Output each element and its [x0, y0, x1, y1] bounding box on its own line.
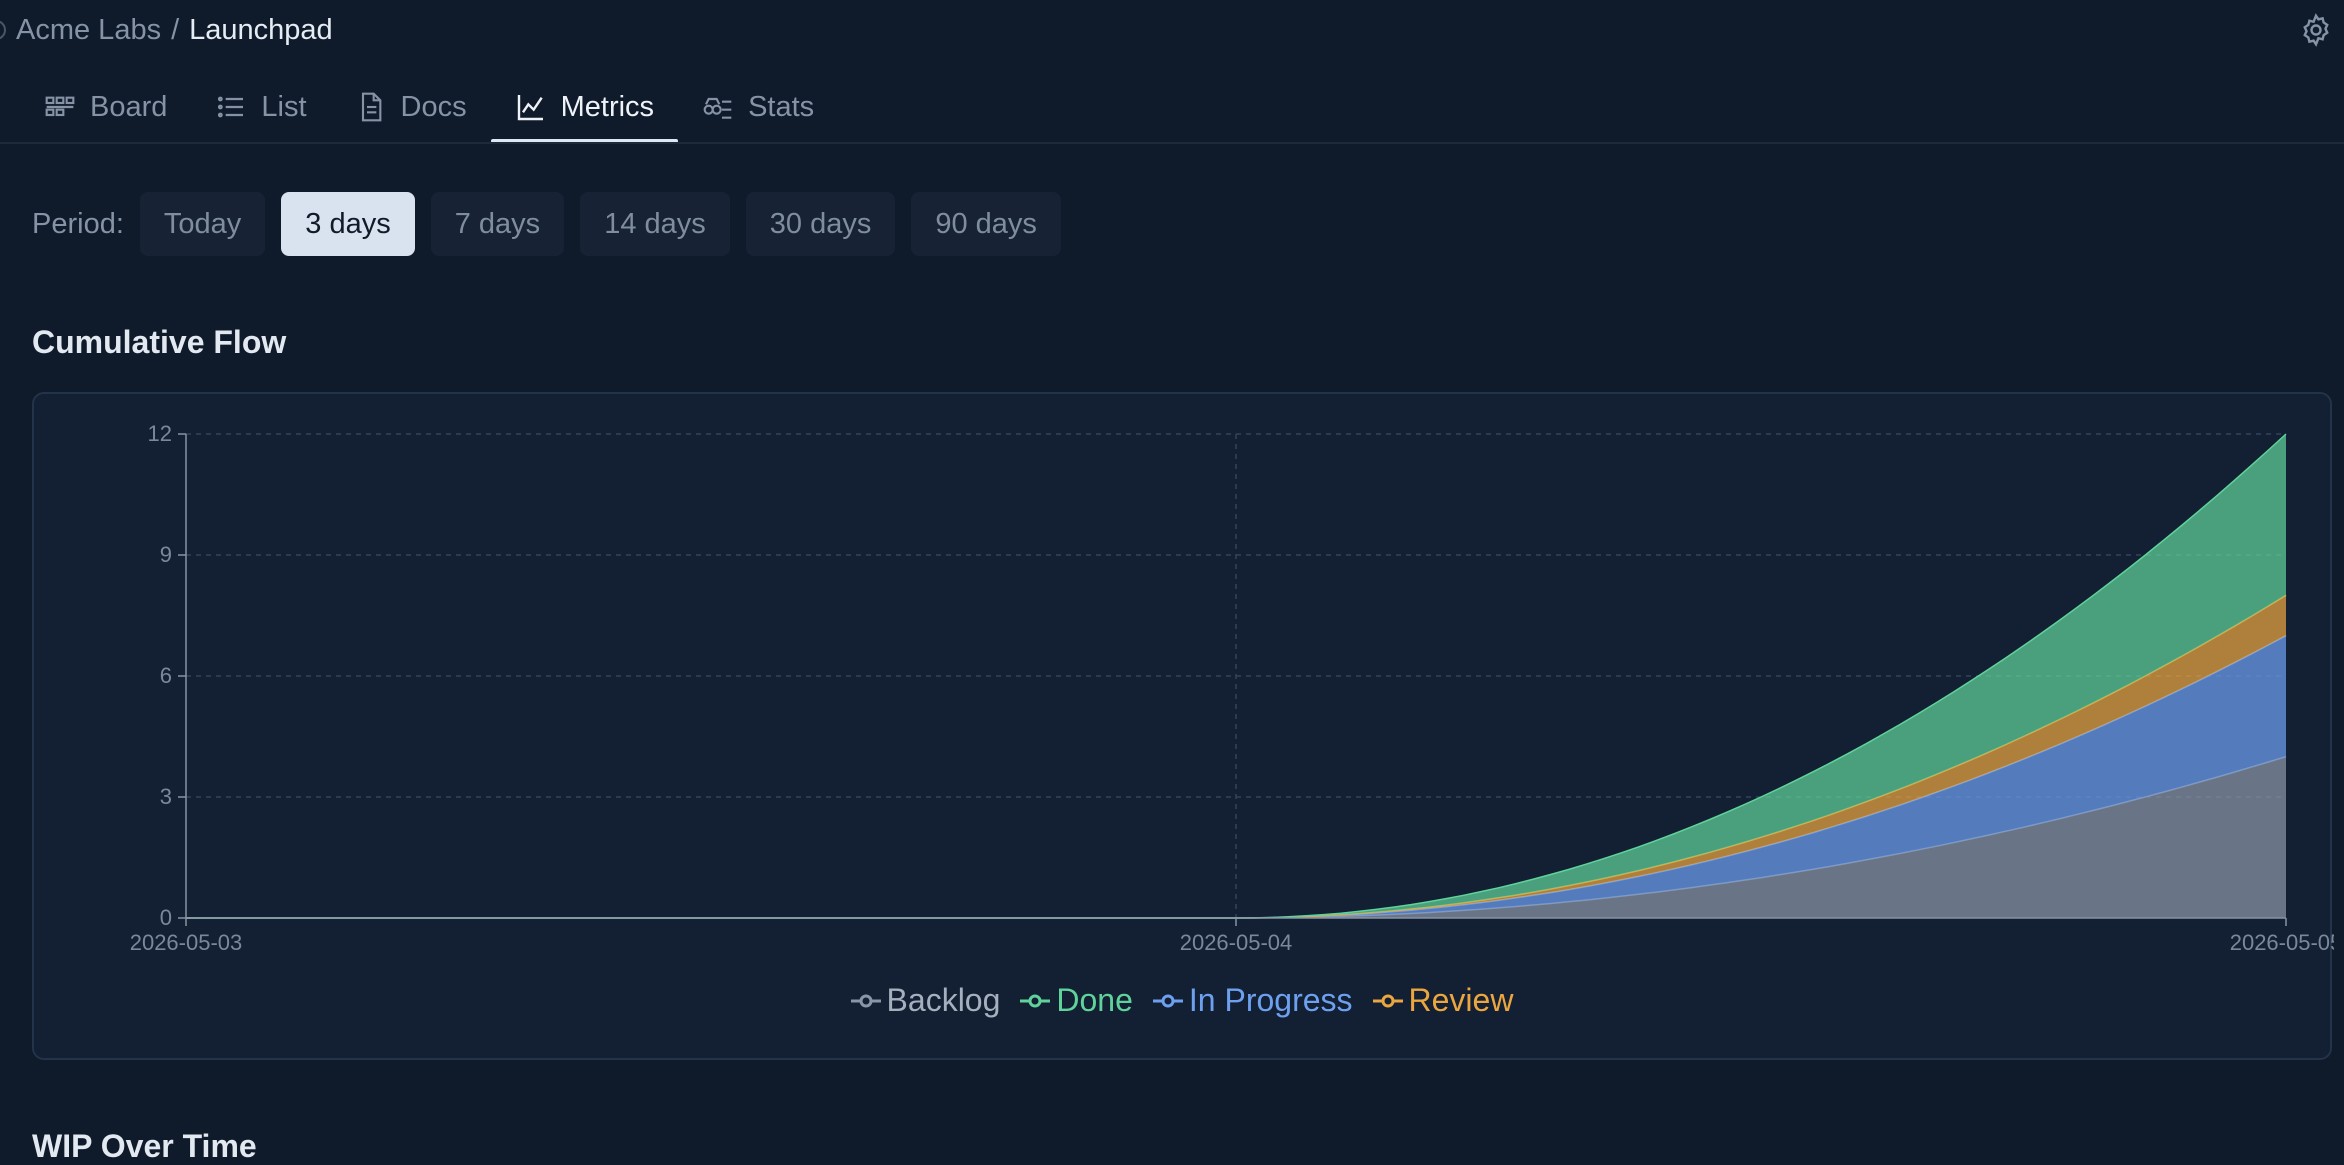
legend-item-review[interactable]: Review	[1372, 982, 1514, 1019]
y-tick-label: 12	[148, 421, 172, 446]
period-14-days-button[interactable]: 14 days	[580, 192, 730, 256]
y-tick-label: 9	[160, 542, 172, 567]
y-tick-label: 0	[160, 905, 172, 930]
legend-marker-icon	[850, 994, 881, 1007]
board-icon	[45, 96, 75, 117]
legend-item-done[interactable]: Done	[1020, 982, 1133, 1019]
legend-marker-icon	[1152, 994, 1183, 1007]
legend-label: In Progress	[1188, 982, 1353, 1018]
tab-label: Metrics	[560, 90, 655, 123]
tab-docs[interactable]: Docs	[331, 72, 491, 142]
wip-over-time-title: WIP Over Time	[32, 1128, 257, 1164]
chart-line-icon	[517, 95, 543, 121]
tab-label: Docs	[400, 90, 467, 123]
period-90-days-button[interactable]: 90 days	[911, 192, 1061, 256]
chart-legend: Backlog Done In Progress Review	[34, 982, 2330, 1019]
legend-marker-icon	[1372, 994, 1403, 1007]
breadcrumb-separator: /	[171, 14, 180, 46]
sidebar-toggle-handle[interactable]	[0, 20, 6, 40]
view-tabs: Board List Docs Metrics Stats	[20, 72, 838, 143]
tab-stats[interactable]: Stats	[678, 72, 838, 142]
y-tick-label: 3	[160, 784, 172, 809]
period-selector: Period: Today 3 days 7 days 14 days 30 d…	[32, 192, 1077, 256]
tab-board[interactable]: Board	[20, 72, 191, 142]
list-icon	[218, 96, 244, 118]
x-tick-label: 2026-05-03	[130, 930, 243, 955]
breadcrumb-org[interactable]: Acme Labs	[16, 14, 161, 46]
breadcrumb: Acme Labs / Launchpad	[16, 12, 333, 48]
period-3-days-button[interactable]: 3 days	[281, 192, 415, 256]
cumulative-flow-chart: 0 3 6 9 12 2026-05-03 2026-05-04 2026-05-05	[130, 421, 2334, 955]
breadcrumb-project: Launchpad	[189, 14, 333, 46]
top-bar: Acme Labs / Launchpad	[0, 0, 2344, 60]
cumulative-flow-title: Cumulative Flow	[32, 324, 287, 360]
legend-label: Done	[1056, 982, 1133, 1018]
period-30-days-button[interactable]: 30 days	[745, 192, 896, 256]
tab-label: Board	[90, 90, 168, 123]
cumulative-flow-panel: 0 3 6 9 12 2026-05-03 2026-05-04 2026-05-05 Bac…	[32, 392, 2334, 1060]
period-7-days-button[interactable]: 7 days	[430, 192, 565, 256]
tab-metrics[interactable]: Metrics	[490, 72, 679, 143]
legend-item-in-progress[interactable]: In Progress	[1152, 982, 1353, 1019]
tab-list[interactable]: List	[191, 72, 330, 142]
legend-label: Backlog	[886, 982, 1001, 1018]
gear-icon[interactable]	[2298, 12, 2334, 48]
x-tick-label: 2026-05-04	[1180, 930, 1293, 955]
legend-marker-icon	[1020, 994, 1051, 1007]
doc-icon	[361, 92, 381, 122]
tab-label: Stats	[748, 90, 815, 123]
legend-item-backlog[interactable]: Backlog	[850, 982, 1001, 1019]
period-label: Period:	[32, 207, 124, 240]
y-tick-label: 6	[160, 663, 172, 688]
legend-label: Review	[1408, 982, 1514, 1018]
tabs-divider	[0, 142, 2344, 144]
x-tick-label: 2026-05-05	[2230, 930, 2334, 955]
tab-label: List	[261, 90, 307, 123]
period-today-button[interactable]: Today	[139, 192, 266, 256]
stats-icon	[703, 97, 732, 119]
